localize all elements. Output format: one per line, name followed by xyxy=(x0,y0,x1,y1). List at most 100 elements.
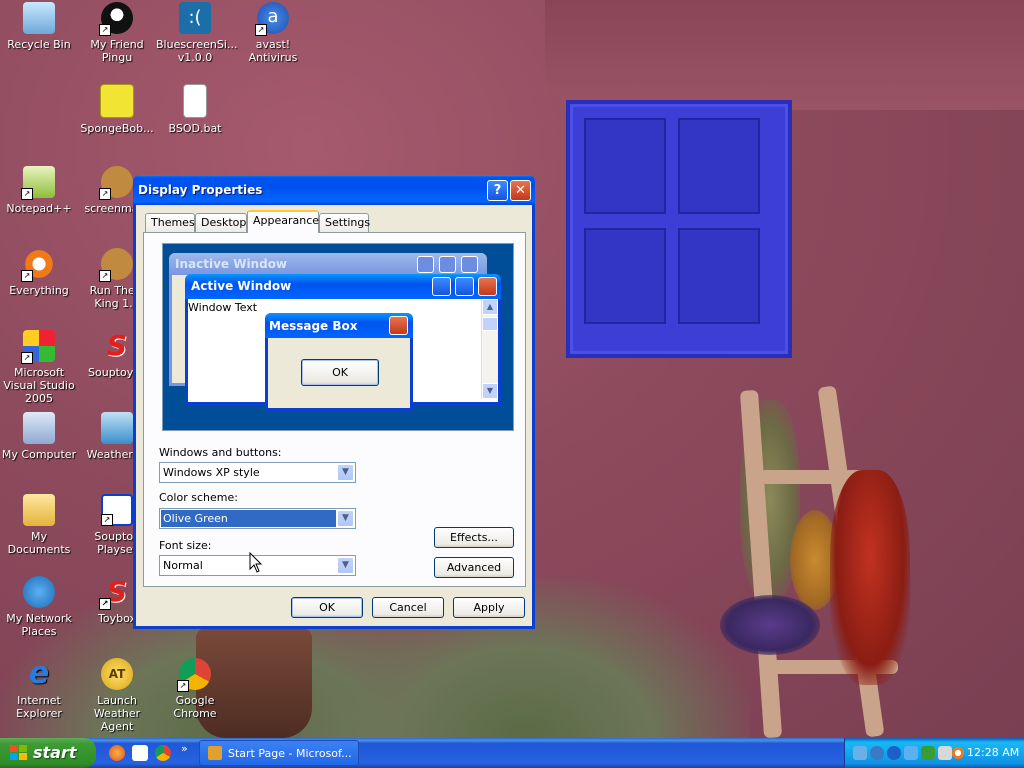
font-size-value: Normal xyxy=(163,559,203,572)
avast-icon: a ↗ xyxy=(255,2,289,36)
help-button[interactable]: ? xyxy=(487,180,508,201)
computer-icon xyxy=(23,412,55,444)
cancel-button[interactable]: Cancel xyxy=(372,597,444,618)
chevron-down-icon[interactable]: ▼ xyxy=(337,557,354,574)
quicklaunch-chevron-icon[interactable]: » xyxy=(181,742,188,755)
tab-appearance[interactable]: Appearance xyxy=(247,210,319,233)
penguin-icon: ↗ xyxy=(99,2,133,36)
weather-icon xyxy=(101,412,133,444)
firefox-quicklaunch-icon[interactable] xyxy=(109,745,125,761)
souptoys-icon: S ↗ xyxy=(99,576,133,610)
tray-everything-icon[interactable] xyxy=(951,746,965,760)
desktop-icon-label: My Friend Pingu xyxy=(90,38,144,64)
tray-settings-icon[interactable] xyxy=(853,746,867,760)
effects-button[interactable]: Effects... xyxy=(434,527,514,548)
desktop-icon-my-computer[interactable]: My Computer xyxy=(0,412,78,461)
desktop-icon-internet-explorer[interactable]: e Internet Explorer xyxy=(0,658,78,721)
desktop-icon-my-friend-pingu[interactable]: ↗ My Friend Pingu xyxy=(78,2,156,64)
maximize-icon xyxy=(439,256,456,273)
desktop-icon-label: BSOD.bat xyxy=(168,122,222,135)
wallpaper-blue-window xyxy=(566,100,792,358)
msgbox-titlebar: Message Box xyxy=(265,313,413,338)
taskbar-button-label: Start Page - Microsof... xyxy=(228,747,352,760)
desktop-icon-bluescreen[interactable]: :( BluescreenSi... v1.0.0 xyxy=(156,2,238,64)
windows-logo-icon xyxy=(10,745,27,760)
tab-settings[interactable]: Settings xyxy=(319,213,370,232)
chevron-down-icon[interactable]: ▼ xyxy=(337,464,354,481)
close-icon xyxy=(389,316,408,335)
color-scheme-value: Olive Green xyxy=(161,510,336,527)
window-pane xyxy=(678,228,760,324)
close-icon xyxy=(461,256,478,273)
clock[interactable]: 12:28 AM xyxy=(967,746,1019,759)
tab-themes[interactable]: Themes xyxy=(145,213,195,232)
desktop-icon-everything[interactable]: ↗ Everything xyxy=(0,248,78,297)
desktop-icon-label: Microsoft Visual Studio 2005 xyxy=(3,366,75,405)
tray-green-icon[interactable] xyxy=(921,746,935,760)
desktop-icon-my-documents[interactable]: My Documents xyxy=(0,494,78,556)
desktop-icon-visual-studio[interactable]: ↗ Microsoft Visual Studio 2005 xyxy=(0,330,78,405)
scroll-up-icon: ▲ xyxy=(482,299,498,315)
apply-button[interactable]: Apply xyxy=(453,597,525,618)
tray-speaker-icon[interactable] xyxy=(938,746,952,760)
souptoys-icon: S xyxy=(106,329,128,362)
start-label: start xyxy=(33,743,77,762)
app-window-icon: ↗ xyxy=(101,494,133,526)
inactive-window-title: Inactive Window xyxy=(175,257,288,271)
desktop-icon-label: My Computer xyxy=(1,448,77,461)
window-pane xyxy=(678,118,760,214)
windows-buttons-label: Windows and buttons: xyxy=(159,446,282,459)
system-tray: 12:28 AM xyxy=(844,738,1024,768)
maximize-icon xyxy=(455,277,474,296)
preview-scrollbar: ▲ ▼ xyxy=(481,299,498,399)
windows-buttons-select[interactable]: Windows XP style ▼ xyxy=(159,462,356,483)
tray-info-icon[interactable] xyxy=(870,746,884,760)
desktop-icon-spongebob[interactable]: SpongeBob... xyxy=(78,84,156,135)
window-pane xyxy=(584,228,666,324)
tray-avast-icon[interactable] xyxy=(887,746,901,760)
ok-button[interactable]: OK xyxy=(291,597,363,618)
visual-studio-icon: ↗ xyxy=(21,330,55,364)
batch-file-icon xyxy=(183,84,207,118)
preview-active-window: Active Window Window Text ▲ ▼ Message Bo… xyxy=(185,274,501,411)
desktop-icon-label: My Documents xyxy=(7,530,71,556)
dialog-titlebar[interactable]: Display Properties ? ✕ xyxy=(133,175,535,205)
chrome-quicklaunch-icon[interactable] xyxy=(155,745,171,761)
msgbox-title: Message Box xyxy=(269,319,358,333)
tab-desktop[interactable]: Desktop xyxy=(195,213,247,232)
windows-buttons-value: Windows XP style xyxy=(163,466,260,479)
desktop-icon-recycle-bin[interactable]: Recycle Bin xyxy=(0,2,78,51)
app-icon xyxy=(208,746,222,760)
appearance-panel: Inactive Window Active Window Window Tex… xyxy=(143,232,526,587)
desktop-icon-label: Internet Explorer xyxy=(16,694,62,720)
preview-window-text: Window Text xyxy=(188,301,258,314)
desktop-icon-my-network-places[interactable]: My Network Places xyxy=(0,576,78,638)
desktop-icon-label: My Network Places xyxy=(6,612,72,638)
lion-icon: ↗ xyxy=(99,248,133,282)
advanced-button[interactable]: Advanced xyxy=(434,557,514,578)
show-desktop-quicklaunch-icon[interactable] xyxy=(132,745,148,761)
taskbar-button-start-page[interactable]: Start Page - Microsof... xyxy=(199,740,359,766)
desktop-icon-google-chrome[interactable]: ↗ Google Chrome xyxy=(156,658,234,720)
dialog-title: Display Properties xyxy=(138,183,263,197)
desktop-icon-label: avast! Antivirus xyxy=(248,38,298,64)
chrome-icon: ↗ xyxy=(177,658,211,692)
desktop-icon-notepadpp[interactable]: ↗ Notepad++ xyxy=(0,166,78,215)
preview-message-box: Message Box OK xyxy=(265,313,413,411)
weather-agent-icon: AT xyxy=(101,658,133,690)
desktop-icon-bsod-bat[interactable]: BSOD.bat xyxy=(156,84,234,135)
close-button[interactable]: ✕ xyxy=(510,180,531,201)
color-scheme-select[interactable]: Olive Green ▼ xyxy=(159,508,356,529)
red-chilies xyxy=(830,470,910,685)
desktop-icon-label: SpongeBob... xyxy=(80,122,154,135)
chevron-down-icon[interactable]: ▼ xyxy=(337,510,354,527)
desktop-icon-avast[interactable]: a ↗ avast! Antivirus xyxy=(234,2,312,64)
close-icon xyxy=(478,277,497,296)
desktop-icon-label: BluescreenSi... v1.0.0 xyxy=(156,38,238,64)
start-button[interactable]: start xyxy=(0,738,96,768)
minimize-icon xyxy=(417,256,434,273)
tray-network-icon[interactable] xyxy=(904,746,918,760)
desktop-icon-launch-weather-agent[interactable]: AT Launch Weather Agent xyxy=(78,658,156,733)
desktop-icon-label: Everything xyxy=(9,284,69,297)
mouse-cursor-icon xyxy=(249,552,263,573)
